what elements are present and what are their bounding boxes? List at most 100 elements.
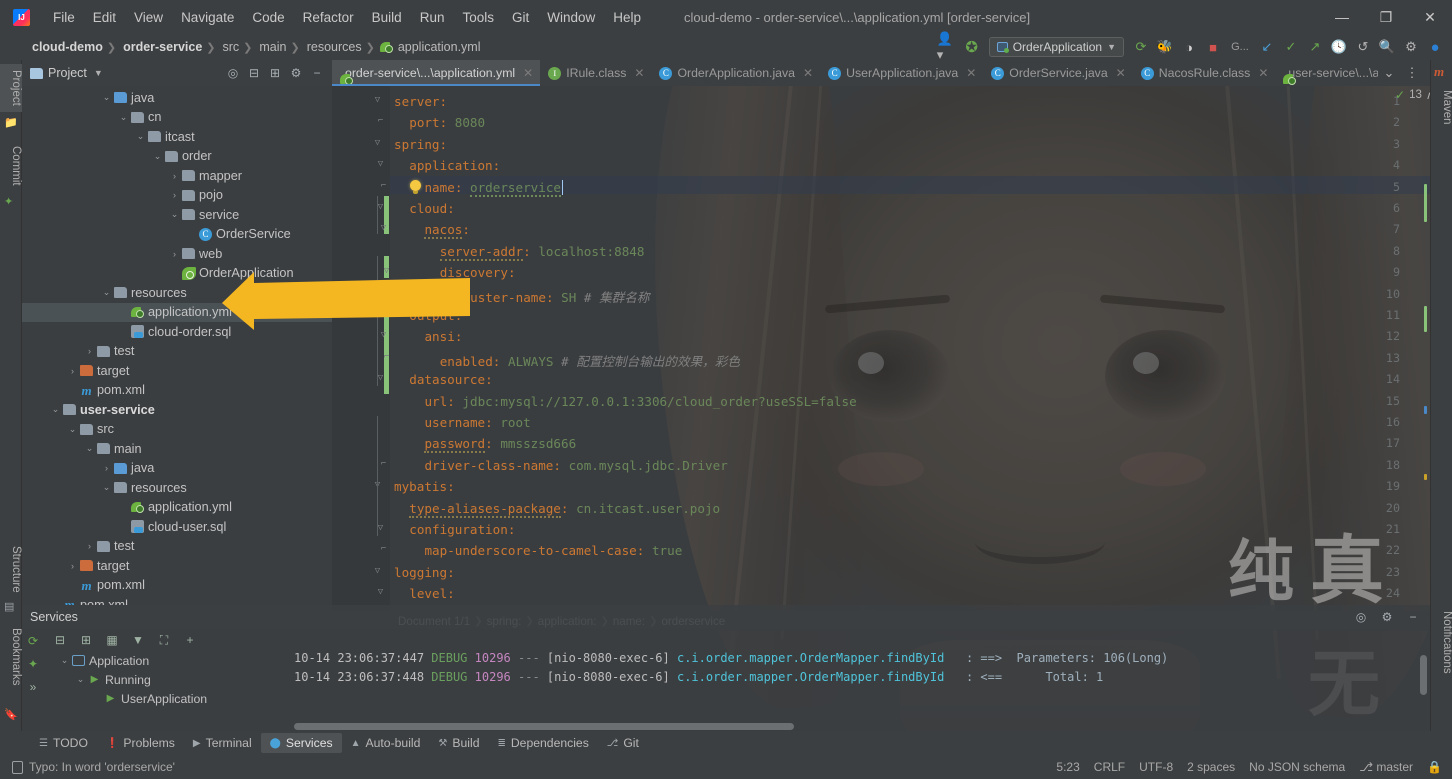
file-encoding[interactable]: UTF-8: [1139, 760, 1173, 774]
menu-edit[interactable]: Edit: [84, 7, 125, 28]
stop-button[interactable]: ■: [1202, 36, 1224, 58]
code-line[interactable]: url: jdbc:mysql://127.0.0.1:3306/cloud_o…: [424, 394, 856, 409]
ide-feature-icon[interactable]: ●: [1424, 36, 1446, 58]
code-line[interactable]: type-aliases-package: cn.itcast.user.poj…: [409, 500, 720, 518]
bottom-tab-services[interactable]: ⬤ Services: [260, 733, 342, 753]
code-line[interactable]: logging:: [394, 565, 455, 580]
tree-node-target[interactable]: › target: [22, 556, 332, 576]
code-line[interactable]: cluster-name: SH # 集群名称: [455, 287, 650, 306]
fold-collapse-icon[interactable]: ▽: [381, 266, 392, 277]
close-tab-icon[interactable]: ✕: [966, 66, 976, 80]
tool-tab-project[interactable]: Project: [0, 64, 22, 112]
tree-node-cloud-user-sql[interactable]: cloud-user.sql: [22, 517, 332, 537]
chevron-right-icon[interactable]: ›: [100, 463, 113, 473]
lock-icon[interactable]: 🔒: [1427, 760, 1442, 774]
menu-navigate[interactable]: Navigate: [172, 7, 243, 28]
fold-collapse-icon[interactable]: ▽: [372, 138, 383, 149]
tool-tab-bookmarks[interactable]: Bookmarks: [0, 622, 22, 692]
fold-end-icon[interactable]: ⌐: [378, 181, 389, 192]
close-tab-icon[interactable]: ✕: [1258, 66, 1268, 80]
breadcrumb-order-service[interactable]: order-service: [117, 40, 205, 54]
editor-options-icon[interactable]: ⋮: [1401, 62, 1423, 84]
chevron-down-icon[interactable]: ⌄: [168, 209, 181, 220]
code-line[interactable]: password: mmsszsd666: [424, 436, 576, 454]
tool-tab-structure[interactable]: Structure: [0, 540, 22, 599]
chevron-right-icon[interactable]: ›: [83, 346, 96, 356]
menu-tools[interactable]: Tools: [453, 7, 503, 28]
code-line[interactable]: map-underscore-to-camel-case: true: [424, 543, 682, 558]
code-line[interactable]: server:: [394, 94, 447, 109]
user-account-icon[interactable]: 👤▾: [937, 31, 959, 62]
chevron-down-icon[interactable]: ⌄: [100, 92, 113, 103]
chevron-down-icon[interactable]: ⌄: [117, 112, 130, 123]
breadcrumb-application-yml[interactable]: application.yml: [398, 40, 484, 54]
chevron-down-icon[interactable]: ⌄: [58, 655, 71, 666]
tree-node-java[interactable]: › java: [22, 459, 332, 479]
fold-collapse-icon[interactable]: ▽: [375, 159, 386, 170]
tab-list-chevron-icon[interactable]: ⌄: [1378, 62, 1400, 84]
chevron-down-icon[interactable]: ⌄: [49, 404, 62, 415]
project-settings-icon[interactable]: ⚙: [287, 64, 305, 82]
tree-node-resources[interactable]: ⌄ resources: [22, 478, 332, 498]
run-configuration-selector[interactable]: OrderApplication ▼: [988, 37, 1124, 57]
services-more-icon[interactable]: »: [25, 679, 41, 695]
indent-setting[interactable]: 2 spaces: [1187, 760, 1235, 774]
services-settings-icon[interactable]: ⚙: [1378, 608, 1396, 626]
collapse-all-icon[interactable]: ⊞: [266, 64, 284, 82]
code-line[interactable]: server-addr: localhost:8848: [439, 243, 644, 261]
chevron-right-icon[interactable]: ›: [66, 561, 79, 571]
services-tree-node-userapplication[interactable]: ▶ UserApplication: [44, 689, 294, 708]
tree-node-src[interactable]: ⌄ src: [22, 420, 332, 440]
close-button[interactable]: ✕: [1408, 0, 1452, 34]
tree-node-service[interactable]: ⌄ service: [22, 205, 332, 225]
maximize-button[interactable]: ❐: [1364, 0, 1408, 34]
menu-run[interactable]: Run: [411, 7, 454, 28]
bottom-tab-build[interactable]: ⚒ Build: [429, 733, 488, 753]
editor-tab-orderapplication-java[interactable]: C OrderApplication.java ✕: [651, 60, 820, 86]
breadcrumb-src[interactable]: src: [217, 40, 243, 54]
fold-end-icon[interactable]: ⌐: [381, 352, 392, 363]
code-editor[interactable]: 1 ▽ server: 2 ⌐ port: 8080 3 ▽ spring: 4 ▽ applicat…: [332, 86, 1430, 611]
chevron-down-icon[interactable]: ⌄: [83, 443, 96, 454]
tree-node-pom-xml[interactable]: m pom.xml: [22, 595, 332, 605]
caret-position[interactable]: 5:23: [1056, 760, 1079, 774]
tree-node-target[interactable]: › target: [22, 361, 332, 381]
run-button[interactable]: ⟳: [1130, 36, 1152, 58]
git-update-label[interactable]: G...: [1226, 36, 1254, 58]
chevron-right-icon[interactable]: ›: [83, 541, 96, 551]
code-line[interactable]: name: orderservice: [424, 179, 561, 197]
close-tab-icon[interactable]: ✕: [803, 66, 813, 80]
editor-tab-order-service-application-yml[interactable]: order-service\...\application.yml ✕: [332, 60, 541, 86]
tree-node-java[interactable]: ⌄ java: [22, 88, 332, 108]
bottom-tab-todo[interactable]: ☰ TODO: [30, 733, 97, 753]
debug-rerun-icon[interactable]: ✦: [25, 656, 41, 672]
bottom-tab-auto-build[interactable]: ▲ Auto-build: [342, 733, 430, 753]
menu-git[interactable]: Git: [503, 7, 538, 28]
chevron-right-icon[interactable]: ›: [168, 190, 181, 200]
expand-all-icon[interactable]: ⊟: [52, 632, 68, 648]
tree-node-main[interactable]: ⌄ main: [22, 439, 332, 459]
menu-code[interactable]: Code: [243, 7, 293, 28]
minimize-button[interactable]: —: [1320, 0, 1364, 34]
code-line[interactable]: mybatis:: [394, 479, 455, 494]
code-line[interactable]: application:: [409, 158, 500, 173]
hide-panel-icon[interactable]: −: [308, 64, 326, 82]
fold-end-icon[interactable]: ⌐: [384, 288, 395, 299]
git-push-icon[interactable]: ↗: [1304, 36, 1326, 58]
menu-refactor[interactable]: Refactor: [294, 7, 363, 28]
breadcrumb-main[interactable]: main: [253, 40, 289, 54]
add-tab-icon[interactable]: ⛶: [156, 632, 172, 648]
close-tab-icon[interactable]: ✕: [1116, 66, 1126, 80]
tree-node-web[interactable]: › web: [22, 244, 332, 264]
services-console-output[interactable]: 10-14 23:06:37:447 DEBUG 10296 --- [nio-…: [294, 629, 1430, 731]
breadcrumb-resources[interactable]: resources: [301, 40, 365, 54]
fold-collapse-icon[interactable]: ▽: [372, 95, 383, 106]
project-tree[interactable]: ⌄ java ⌄ cn ⌄ itcast ⌄ order › mapper › pojo ⌄ servic…: [22, 86, 332, 605]
code-line[interactable]: spring:: [394, 137, 447, 152]
code-line[interactable]: port: 8080: [409, 115, 485, 130]
chevron-right-icon[interactable]: ›: [168, 171, 181, 181]
chevron-down-icon[interactable]: ⌄: [66, 424, 79, 435]
services-tree-node-application[interactable]: ⌄ Application: [44, 651, 294, 670]
tree-node-resources[interactable]: ⌄ resources: [22, 283, 332, 303]
fold-collapse-icon[interactable]: ▽: [375, 587, 386, 598]
